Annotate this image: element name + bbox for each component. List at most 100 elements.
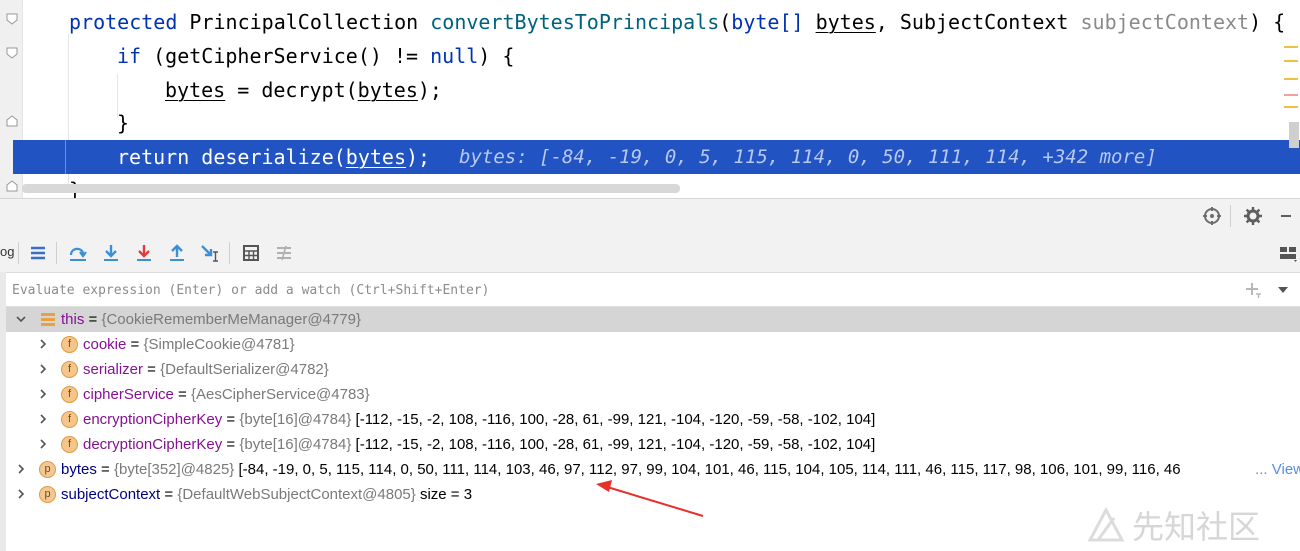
variable-value: [-112, -15, -2, 108, -116, 100, -28, 61,… <box>351 436 876 453</box>
variable-type: {byte[16]@4784} <box>239 436 352 453</box>
equals-sign: = <box>96 461 114 478</box>
evaluate-expression-input[interactable] <box>10 277 1234 303</box>
fold-end-marker-icon[interactable] <box>6 115 18 127</box>
watermark-text: 先知社区 <box>1132 508 1261 546</box>
code-text: ); <box>406 145 431 169</box>
chevron-right-icon[interactable] <box>38 389 48 399</box>
console-tab-label[interactable]: og <box>0 244 14 259</box>
chevron-right-icon[interactable] <box>38 414 48 424</box>
step-over-icon[interactable] <box>65 240 91 266</box>
chevron-right-icon[interactable] <box>16 489 26 499</box>
warning-mark[interactable] <box>1284 106 1298 108</box>
return-type: PrincipalCollection <box>189 10 419 34</box>
chevron-right-icon[interactable] <box>38 364 48 374</box>
equals-sign: = <box>222 436 240 453</box>
step-into-icon[interactable] <box>98 240 124 266</box>
code-line-assign: bytes = decrypt(bytes); <box>165 74 442 107</box>
variable-row-cookie[interactable]: f cookie = {SimpleCookie@4781} <box>6 332 1300 357</box>
variable-entry: this = {CookieRememberMeManager@4779} <box>61 307 361 332</box>
variable-name: bytes <box>61 461 97 478</box>
chevron-right-icon[interactable] <box>38 339 48 349</box>
code-text: deserialize( <box>189 145 346 169</box>
code-text: ) { <box>1249 10 1286 34</box>
debug-panel-header <box>0 198 1300 235</box>
divider <box>56 242 57 264</box>
variable-type: {SimpleCookie@4781} <box>143 336 295 353</box>
field-badge-icon: f <box>61 336 78 353</box>
field-badge-icon: f <box>61 386 78 403</box>
add-watch-icon[interactable] <box>1240 277 1266 303</box>
force-step-into-icon[interactable] <box>131 240 157 266</box>
evaluate-expression-icon[interactable] <box>238 240 264 266</box>
watermark-logo-icon <box>1087 506 1125 542</box>
code-line-close-if: } <box>117 111 130 135</box>
equals-sign: = <box>222 411 240 428</box>
variable-row-encryption-key[interactable]: f encryptionCipherKey = {byte[16]@4784} … <box>6 407 1300 432</box>
gear-icon[interactable] <box>1240 203 1266 229</box>
code-text: (getCipherService() != <box>141 44 431 68</box>
chevron-right-icon[interactable] <box>16 464 26 474</box>
gutter-divider <box>65 140 66 174</box>
field-badge-icon: f <box>61 436 78 453</box>
field-badge-icon: f <box>61 411 78 428</box>
variable-entry: serializer = {DefaultSerializer@4782} <box>83 357 329 382</box>
fold-marker-icon[interactable] <box>6 13 18 25</box>
chevron-down-icon[interactable] <box>16 314 26 324</box>
vertical-scrollbar[interactable] <box>1289 122 1299 148</box>
variable-type: {DefaultWebSubjectContext@4805} <box>177 486 416 503</box>
variable-name: cipherService <box>83 386 174 403</box>
divider <box>229 242 230 264</box>
code-line-signature: protected PrincipalCollection convertByt… <box>69 6 1285 39</box>
variable: bytes <box>165 78 226 102</box>
horizontal-scrollbar[interactable] <box>22 184 680 193</box>
crosshair-icon[interactable] <box>1199 203 1225 229</box>
param-type: byte[] <box>731 10 804 34</box>
variable-row-decryption-key[interactable]: f decryptionCipherKey = {byte[16]@4784} … <box>6 432 1300 457</box>
variable-entry: decryptionCipherKey = {byte[16]@4784} [-… <box>83 432 875 457</box>
variable-entry: encryptionCipherKey = {byte[16]@4784} [-… <box>83 407 875 432</box>
warning-mark[interactable] <box>1284 78 1298 80</box>
field-badge-icon: f <box>61 361 78 378</box>
step-out-icon[interactable] <box>164 240 190 266</box>
chevron-right-icon[interactable] <box>38 439 48 449</box>
run-to-cursor-icon[interactable] <box>197 240 223 266</box>
variable-entry: cookie = {SimpleCookie@4781} <box>83 332 295 357</box>
variable-entry: bytes = {byte[352]@4825} [-84, -19, 0, 5… <box>61 457 1181 482</box>
parameter-badge-icon: p <box>39 486 56 503</box>
warning-mark[interactable] <box>1284 46 1298 48</box>
view-link[interactable]: ... View <box>1253 457 1300 482</box>
variable-type: {byte[352]@4825} <box>113 461 235 478</box>
param-name: bytes <box>815 10 876 34</box>
variable-value: [-84, -19, 0, 5, 115, 114, 0, 50, 111, 1… <box>234 461 1181 478</box>
code-text: , SubjectContext <box>875 10 1081 34</box>
variable-name: decryptionCipherKey <box>83 436 223 453</box>
fold-marker-icon[interactable] <box>6 47 18 59</box>
inline-debug-value[interactable]: bytes: [-84, -19, 0, 5, 115, 114, 0, 50,… <box>459 141 1157 174</box>
variable-type: {DefaultSerializer@4782} <box>160 361 329 378</box>
chevron-down-icon[interactable] <box>1270 277 1296 303</box>
variable-row-cipher-service[interactable]: f cipherService = {AesCipherService@4783… <box>6 382 1300 407</box>
variable-row-serializer[interactable]: f serializer = {DefaultSerializer@4782} <box>6 357 1300 382</box>
variable-row-this[interactable]: this = {CookieRememberMeManager@4779} <box>6 307 1300 332</box>
variable-value: [-112, -15, -2, 108, -116, 100, -28, 61,… <box>351 411 876 428</box>
menu-lines-icon[interactable] <box>25 240 51 266</box>
layout-icon[interactable] <box>1276 240 1300 266</box>
keyword: null <box>430 44 479 68</box>
error-mark[interactable] <box>1284 94 1298 96</box>
code-line-if: if (getCipherService() != null) { <box>117 40 514 73</box>
code-text: ) { <box>478 44 515 68</box>
equals-sign: = <box>143 361 161 378</box>
minimize-icon[interactable] <box>1273 203 1299 229</box>
fold-end-marker-icon[interactable] <box>6 180 18 192</box>
variable-entry: cipherService = {AesCipherService@4783} <box>83 382 370 407</box>
code-text: ); <box>417 78 442 102</box>
code-editor[interactable]: protected PrincipalCollection convertByt… <box>0 0 1300 198</box>
variable-type: {AesCipherService@4783} <box>190 386 370 403</box>
debug-toolbar: og <box>0 234 1300 273</box>
variable: bytes <box>357 78 418 102</box>
trace-lines-icon[interactable] <box>271 240 297 266</box>
warning-mark[interactable] <box>1284 60 1298 62</box>
variable-name: encryptionCipherKey <box>83 411 223 428</box>
variable-type: {byte[16]@4784} <box>239 411 352 428</box>
variable-row-bytes[interactable]: p bytes = {byte[352]@4825} [-84, -19, 0,… <box>6 457 1300 482</box>
